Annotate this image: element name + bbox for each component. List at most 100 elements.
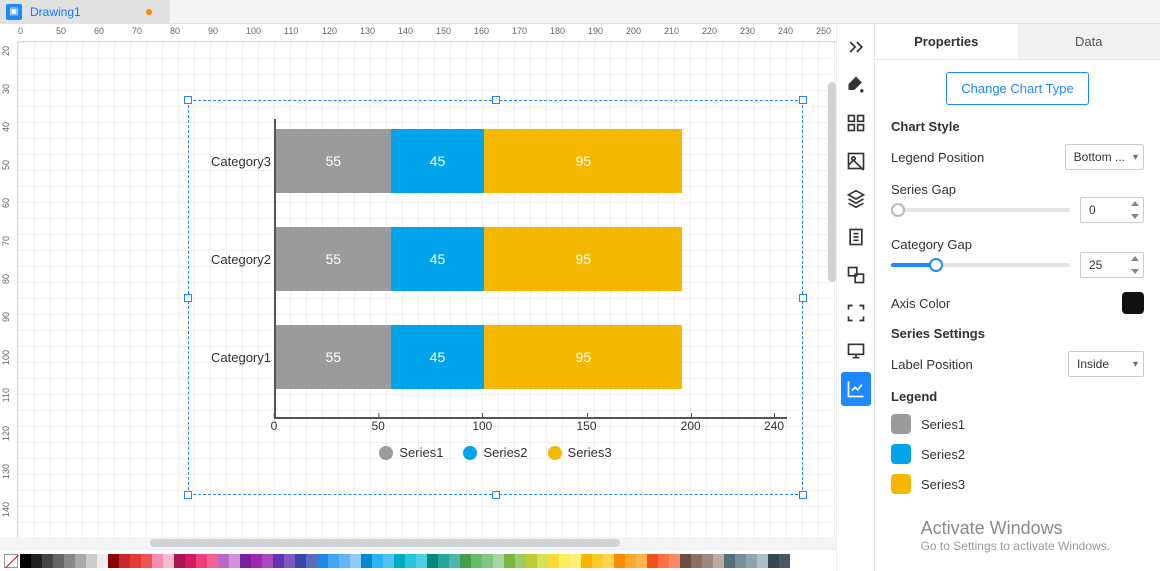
resize-handle[interactable] xyxy=(799,96,807,104)
label-position-dropdown[interactable]: Inside xyxy=(1068,351,1144,377)
palette-color[interactable] xyxy=(548,554,559,568)
palette-color[interactable] xyxy=(42,554,53,568)
palette-color[interactable] xyxy=(328,554,339,568)
palette-color[interactable] xyxy=(438,554,449,568)
palette-color[interactable] xyxy=(130,554,141,568)
palette-color[interactable] xyxy=(603,554,614,568)
palette-color[interactable] xyxy=(185,554,196,568)
stacked-bar-chart[interactable]: Category3554595Category2554595Category15… xyxy=(204,119,787,482)
palette-color[interactable] xyxy=(581,554,592,568)
bar-segment[interactable]: 45 xyxy=(391,129,485,193)
palette-color[interactable] xyxy=(449,554,460,568)
legend-series-row[interactable]: Series1 xyxy=(891,414,1144,434)
palette-color[interactable] xyxy=(658,554,669,568)
palette-color[interactable] xyxy=(119,554,130,568)
resize-handle[interactable] xyxy=(184,491,192,499)
series-color-swatch[interactable] xyxy=(891,474,911,494)
resize-handle[interactable] xyxy=(799,294,807,302)
grid-tool-button[interactable] xyxy=(841,106,871,140)
palette-color[interactable] xyxy=(317,554,328,568)
palette-color[interactable] xyxy=(207,554,218,568)
resize-handle[interactable] xyxy=(799,491,807,499)
collapse-panel-button[interactable] xyxy=(841,30,871,64)
legend-position-dropdown[interactable]: Bottom ... xyxy=(1065,144,1144,170)
layers-tool-button[interactable] xyxy=(841,182,871,216)
palette-color[interactable] xyxy=(64,554,75,568)
palette-color[interactable] xyxy=(141,554,152,568)
palette-color[interactable] xyxy=(31,554,42,568)
palette-color[interactable] xyxy=(482,554,493,568)
bar-segment[interactable]: 95 xyxy=(484,325,682,389)
resize-handle[interactable] xyxy=(184,294,192,302)
palette-color[interactable] xyxy=(526,554,537,568)
palette-color[interactable] xyxy=(647,554,658,568)
palette-color[interactable] xyxy=(592,554,603,568)
palette-color[interactable] xyxy=(339,554,350,568)
page-tool-button[interactable] xyxy=(841,220,871,254)
palette-color[interactable] xyxy=(273,554,284,568)
palette-color[interactable] xyxy=(691,554,702,568)
bar-segment[interactable]: 95 xyxy=(484,129,682,193)
palette-color[interactable] xyxy=(229,554,240,568)
present-tool-button[interactable] xyxy=(841,334,871,368)
category-gap-input[interactable]: 25 xyxy=(1080,252,1144,278)
bar-segment[interactable]: 45 xyxy=(391,227,485,291)
bar-segment[interactable]: 95 xyxy=(484,227,682,291)
palette-color[interactable] xyxy=(284,554,295,568)
palette-color[interactable] xyxy=(350,554,361,568)
series-gap-slider[interactable] xyxy=(891,208,1070,212)
palette-color[interactable] xyxy=(108,554,119,568)
palette-color[interactable] xyxy=(372,554,383,568)
palette-color[interactable] xyxy=(427,554,438,568)
document-tab[interactable]: ▣ Drawing1 xyxy=(0,0,170,23)
horizontal-scrollbar[interactable] xyxy=(0,537,836,549)
palette-color[interactable] xyxy=(504,554,515,568)
palette-color[interactable] xyxy=(460,554,471,568)
no-fill-swatch[interactable] xyxy=(4,554,18,568)
palette-color[interactable] xyxy=(53,554,64,568)
palette-color[interactable] xyxy=(218,554,229,568)
palette-color[interactable] xyxy=(262,554,273,568)
palette-color[interactable] xyxy=(75,554,86,568)
selection-box[interactable]: Category3554595Category2554595Category15… xyxy=(188,100,803,495)
axis-color-swatch[interactable] xyxy=(1122,292,1144,314)
color-palette[interactable] xyxy=(0,549,836,571)
arrange-tool-button[interactable] xyxy=(841,258,871,292)
palette-color[interactable] xyxy=(570,554,581,568)
palette-color[interactable] xyxy=(702,554,713,568)
palette-color[interactable] xyxy=(768,554,779,568)
palette-color[interactable] xyxy=(757,554,768,568)
palette-color[interactable] xyxy=(614,554,625,568)
resize-handle[interactable] xyxy=(492,491,500,499)
palette-color[interactable] xyxy=(537,554,548,568)
palette-color[interactable] xyxy=(471,554,482,568)
palette-color[interactable] xyxy=(735,554,746,568)
palette-color[interactable] xyxy=(174,554,185,568)
change-chart-type-button[interactable]: Change Chart Type xyxy=(946,72,1089,105)
palette-color[interactable] xyxy=(86,554,97,568)
tab-properties[interactable]: Properties xyxy=(875,24,1018,59)
palette-color[interactable] xyxy=(636,554,647,568)
palette-color[interactable] xyxy=(746,554,757,568)
legend-series-row[interactable]: Series3 xyxy=(891,474,1144,494)
chart-tool-button[interactable] xyxy=(841,372,871,406)
palette-color[interactable] xyxy=(97,554,108,568)
series-color-swatch[interactable] xyxy=(891,444,911,464)
palette-color[interactable] xyxy=(383,554,394,568)
series-gap-input[interactable]: 0 xyxy=(1080,197,1144,223)
palette-color[interactable] xyxy=(295,554,306,568)
palette-color[interactable] xyxy=(493,554,504,568)
palette-color[interactable] xyxy=(163,554,174,568)
resize-handle[interactable] xyxy=(184,96,192,104)
palette-color[interactable] xyxy=(724,554,735,568)
palette-color[interactable] xyxy=(361,554,372,568)
bar-segment[interactable]: 55 xyxy=(276,129,391,193)
palette-color[interactable] xyxy=(713,554,724,568)
bar-segment[interactable]: 55 xyxy=(276,227,391,291)
bar-segment[interactable]: 55 xyxy=(276,325,391,389)
tab-data[interactable]: Data xyxy=(1018,24,1160,59)
palette-color[interactable] xyxy=(669,554,680,568)
palette-color[interactable] xyxy=(515,554,526,568)
palette-color[interactable] xyxy=(196,554,207,568)
palette-color[interactable] xyxy=(416,554,427,568)
